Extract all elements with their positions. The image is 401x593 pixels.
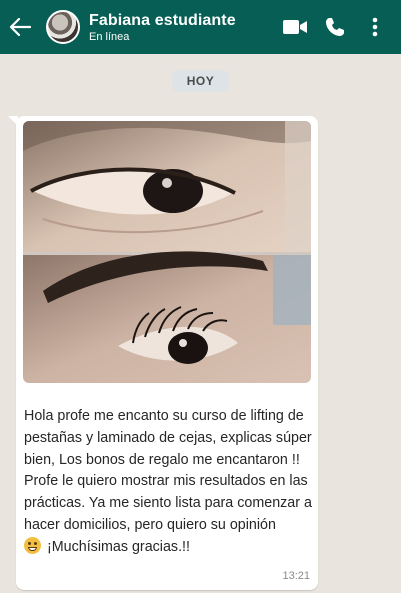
avatar[interactable]: [46, 10, 80, 44]
back-button[interactable]: [0, 0, 40, 54]
message-time: 13:21: [282, 570, 310, 582]
grinning-face-emoji: [24, 536, 41, 554]
phone-call-button[interactable]: [315, 0, 355, 54]
date-badge: HOY: [172, 70, 229, 92]
eye-photo-image: [23, 121, 311, 383]
video-call-button[interactable]: [275, 0, 315, 54]
message-photo[interactable]: [23, 121, 311, 383]
chat-area[interactable]: HOY Hola profe me encanto su curso de li…: [0, 54, 401, 593]
video-call-icon: [283, 20, 307, 34]
contact-status: En línea: [89, 30, 130, 43]
phone-icon: [326, 18, 344, 36]
header-actions: [275, 0, 395, 54]
chat-header: Fabiana estudiante En línea: [0, 0, 401, 54]
message-bubble[interactable]: Hola profe me encanto su curso de liftin…: [16, 116, 318, 590]
contact-name: Fabiana estudiante: [89, 11, 236, 29]
contact-info[interactable]: Fabiana estudiante En línea: [89, 12, 236, 43]
arrow-left-icon: [9, 18, 31, 36]
message-text: Hola profe me encanto su curso de liftin…: [24, 406, 314, 559]
menu-button[interactable]: [355, 0, 395, 54]
message-body: Hola profe me encanto su curso de liftin…: [24, 408, 312, 533]
more-vertical-icon: [372, 17, 378, 37]
message-body-end: ¡Muchísimas gracias.!!: [46, 538, 190, 555]
